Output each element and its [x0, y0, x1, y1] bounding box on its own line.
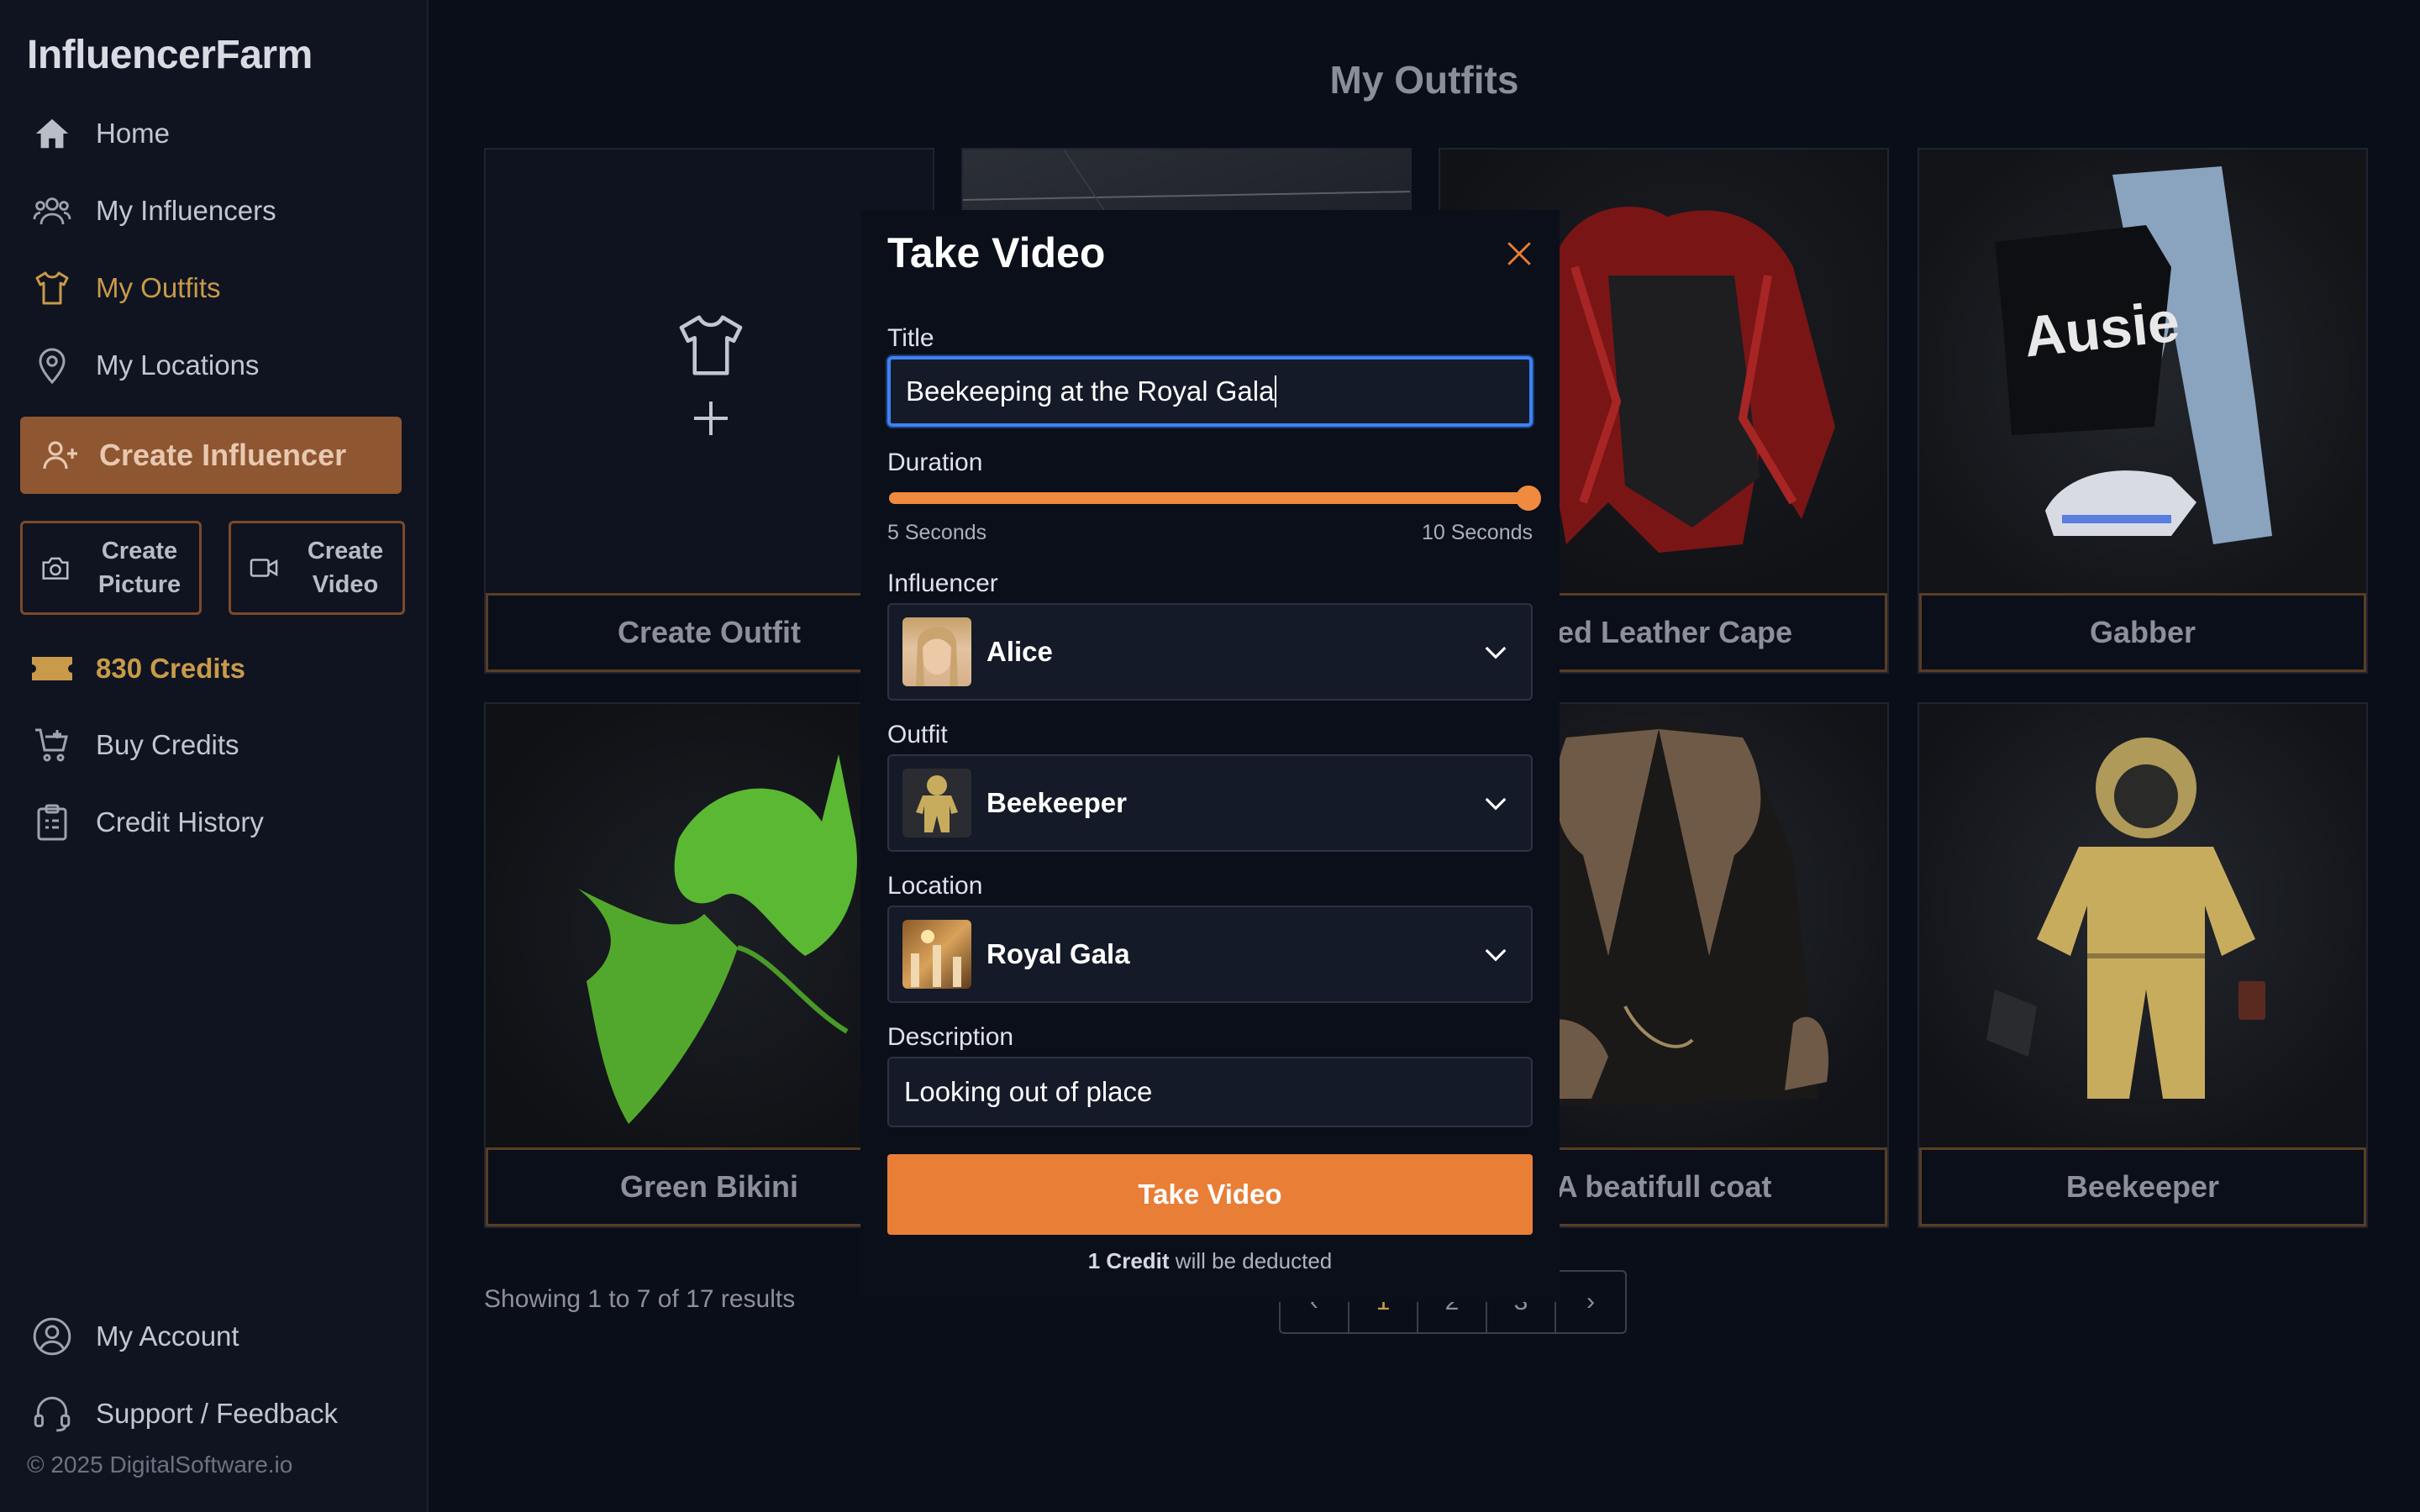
camera-icon: [39, 552, 71, 584]
shirt-icon: [679, 315, 743, 375]
sidebar: InfluencerFarm Home My Influencers My Ou…: [0, 0, 429, 1512]
nav-label: My Outfits: [96, 272, 221, 303]
outfit-image: [1919, 704, 2366, 1151]
nav-label: My Influencers: [96, 195, 276, 226]
outfit-card[interactable]: Ausie Gabber: [1918, 148, 2368, 674]
location-thumbnail: [902, 920, 971, 989]
nav-item-credit-history[interactable]: Credit History: [30, 793, 264, 852]
chevron-right-icon: ›: [1586, 1288, 1595, 1315]
nav-item-locations[interactable]: My Locations: [30, 336, 259, 395]
nav-item-home[interactable]: Home: [30, 104, 170, 163]
nav-item-outfits[interactable]: My Outfits: [30, 259, 221, 318]
credits-label: 830 Credits: [96, 653, 245, 684]
ticket-icon: [30, 652, 74, 685]
create-video-label: Create Video: [288, 534, 402, 601]
duration-min-label: 5 Seconds: [887, 521, 987, 544]
brand-logo[interactable]: InfluencerFarm: [27, 32, 313, 78]
outfit-image: Ausie: [1919, 150, 2366, 596]
create-picture-line-2: Picture: [97, 571, 182, 598]
location-select[interactable]: Royal Gala: [887, 906, 1533, 1003]
create-video-button[interactable]: Create Video: [229, 521, 405, 615]
outfit-thumbnail: [902, 769, 971, 837]
map-pin-icon: [30, 344, 74, 387]
card-caption: Gabber: [1919, 593, 2366, 672]
close-icon: [1507, 242, 1531, 265]
credits-balance[interactable]: 830 Credits: [30, 638, 245, 699]
create-influencer-button[interactable]: Create Influencer: [20, 417, 402, 494]
results-summary: Showing 1 to 7 of 17 results: [484, 1285, 796, 1313]
create-picture-label: Create Picture: [80, 534, 199, 601]
duration-slider-track[interactable]: [889, 492, 1531, 504]
video-camera-icon: [248, 552, 280, 584]
outfit-select[interactable]: Beekeeper: [887, 754, 1533, 852]
chevron-down-icon: [1470, 643, 1521, 660]
home-icon: [30, 112, 74, 155]
location-label: Location: [887, 872, 983, 900]
shirt-icon: [30, 266, 74, 310]
nav-item-support[interactable]: Support / Feedback: [30, 1384, 338, 1443]
clipboard-list-icon: [30, 801, 74, 844]
description-label: Description: [887, 1023, 1014, 1051]
close-button[interactable]: [1499, 234, 1539, 274]
nav-item-my-account[interactable]: My Account: [30, 1307, 239, 1366]
create-video-line-1: Create: [307, 538, 384, 564]
outfit-value: Beekeeper: [986, 787, 1127, 818]
plus-icon: [694, 402, 728, 435]
create-video-line-2: Video: [312, 571, 379, 598]
copyright: © 2025 DigitalSoftware.io: [27, 1452, 293, 1478]
nav-label: Support / Feedback: [96, 1398, 339, 1429]
influencer-value: Alice: [986, 636, 1053, 667]
text-caret: [1275, 375, 1277, 407]
create-picture-line-1: Create: [101, 538, 178, 564]
create-picture-button[interactable]: Create Picture: [20, 521, 202, 615]
nav-label: Buy Credits: [96, 729, 239, 760]
outfit-card[interactable]: Beekeeper: [1918, 702, 2368, 1228]
chevron-down-icon: [1470, 795, 1521, 811]
card-caption: Beekeeper: [1919, 1147, 2366, 1226]
nav-label: My Account: [96, 1320, 239, 1352]
nav-label: Credit History: [96, 806, 264, 837]
influencer-select[interactable]: Alice: [887, 603, 1533, 701]
title-input[interactable]: Beekeeping at the Royal Gala: [887, 356, 1533, 427]
take-video-modal: Take Video Title Beekeeping at the Royal…: [860, 210, 1560, 1302]
nav-label: My Locations: [96, 349, 260, 381]
take-video-button[interactable]: Take Video: [887, 1154, 1533, 1235]
credit-deduction-text: will be deducted: [1169, 1248, 1333, 1273]
users-icon: [30, 189, 74, 233]
influencer-avatar: [902, 617, 971, 686]
nav-item-buy-credits[interactable]: Buy Credits: [30, 716, 239, 774]
outfit-label: Outfit: [887, 721, 948, 748]
chevron-down-icon: [1470, 946, 1521, 963]
user-circle-icon: [30, 1315, 74, 1358]
credit-deduction-note: 1 Credit will be deducted: [860, 1248, 1560, 1274]
description-input[interactable]: Looking out of place: [887, 1057, 1533, 1127]
title-label: Title: [887, 324, 934, 352]
title-input-value: Beekeeping at the Royal Gala: [906, 375, 1275, 407]
nav-item-influencers[interactable]: My Influencers: [30, 181, 276, 240]
duration-label: Duration: [887, 449, 983, 476]
headset-icon: [30, 1392, 74, 1436]
user-plus-icon: [40, 435, 81, 475]
duration-max-label: 10 Seconds: [1421, 521, 1533, 544]
influencer-label: Influencer: [887, 570, 998, 597]
page-title: My Outfits: [1329, 58, 1519, 102]
credit-amount: 1 Credit: [1087, 1248, 1170, 1273]
nav-label: Home: [96, 118, 171, 149]
modal-title: Take Video: [887, 229, 1106, 276]
create-influencer-label: Create Influencer: [99, 438, 347, 472]
description-input-value: Looking out of place: [904, 1076, 1153, 1107]
location-value: Royal Gala: [986, 938, 1130, 969]
duration-slider-thumb[interactable]: [1516, 486, 1541, 511]
cart-plus-icon: [30, 723, 74, 767]
pagination-next[interactable]: ›: [1556, 1272, 1625, 1332]
